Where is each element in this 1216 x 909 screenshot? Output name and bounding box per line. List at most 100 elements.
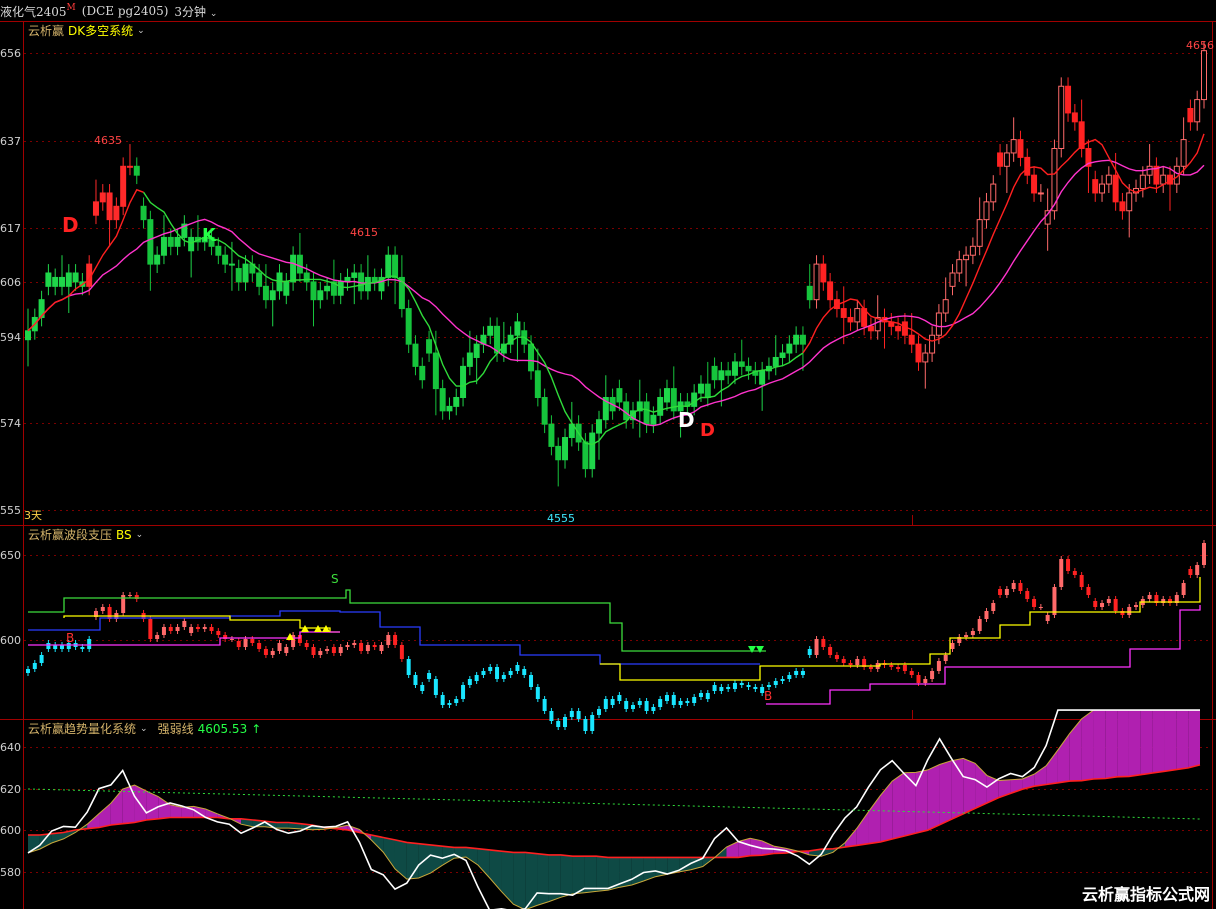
- trend-fill-band: [1057, 733, 1070, 783]
- trend-fill-band: [1188, 710, 1200, 768]
- chevron-down-icon: ⌄: [209, 8, 218, 19]
- chevron-down-icon: ⌄: [135, 529, 144, 540]
- bs-candle-body: [732, 683, 737, 689]
- candle-body: [1010, 139, 1017, 154]
- bs-candle-body: [644, 701, 649, 711]
- candle-body: [704, 383, 711, 398]
- trend-fill-band: [466, 847, 478, 865]
- bs-candle-body: [1134, 605, 1139, 607]
- candle-body: [582, 441, 589, 470]
- bs-sell-triangle-icon: [756, 646, 764, 653]
- bs-candle-body: [529, 675, 534, 687]
- y-tick-label: 600: [0, 824, 21, 837]
- bs-candle-body: [229, 639, 234, 640]
- bs-candle-body: [304, 643, 309, 647]
- candle-body: [120, 165, 127, 207]
- candle-body: [154, 254, 161, 265]
- candle-body: [1180, 139, 1187, 167]
- bs-candle-body: [195, 627, 200, 629]
- candle-body: [453, 397, 460, 407]
- trend-fill-band: [1176, 710, 1189, 770]
- candle-body: [392, 254, 399, 278]
- bs-candle-body: [794, 671, 799, 675]
- chart-canvas[interactable]: 656 637 617 606 594 574 555 3天 650 600 640 620 600 58…: [0, 0, 1216, 909]
- candle-body: [296, 254, 303, 274]
- ma-slow-line: [27, 159, 1205, 427]
- trend-fill-band: [880, 781, 893, 842]
- bs-candle-body: [1052, 587, 1057, 615]
- trend-fill-band: [856, 811, 869, 846]
- candle-body: [514, 321, 521, 336]
- bs-candle-body: [1147, 595, 1152, 599]
- candle-body: [228, 263, 235, 266]
- candle-body: [351, 272, 358, 278]
- bs-candle-body: [331, 647, 336, 653]
- bs-candle-body: [501, 675, 506, 679]
- bs-candle-body: [998, 589, 1003, 595]
- y-tick-label: 606: [0, 276, 21, 289]
- bs-candle-body: [393, 635, 398, 645]
- candle-body: [174, 236, 181, 247]
- panel1-title-prefix: 云析赢: [28, 24, 65, 38]
- candle-body: [106, 192, 113, 221]
- bs-candle-body: [1072, 571, 1077, 575]
- candle-body: [283, 281, 290, 296]
- bs-candle-body: [495, 667, 500, 679]
- bs-candle-body: [413, 675, 418, 685]
- bs-candle-body: [563, 717, 568, 727]
- bs-candle-body: [379, 645, 384, 651]
- candle-body: [956, 259, 963, 274]
- bs-candle-body: [372, 645, 377, 647]
- y-tick-label: 656: [0, 47, 21, 60]
- bs-candle-body: [1059, 559, 1064, 587]
- panel2-title-prefix: 云析赢波段支压: [28, 528, 113, 542]
- bs-candle-body: [433, 679, 438, 695]
- candle-body: [1065, 85, 1072, 114]
- candle-body: [663, 388, 670, 403]
- ma-fast-line-red: [27, 188, 144, 332]
- bs-candle-body: [692, 697, 697, 703]
- bs-candle-body: [821, 639, 826, 647]
- trend-fill-band: [1140, 710, 1153, 775]
- candle-body: [412, 343, 419, 367]
- candle-body: [657, 397, 664, 416]
- bs-candle-body: [127, 595, 132, 596]
- instrument-name[interactable]: 液化气2405: [0, 3, 67, 20]
- strength-arrow: ↑: [251, 721, 262, 736]
- candle-body: [786, 343, 793, 354]
- bs-sell-triangle-icon: [748, 646, 756, 653]
- bs-candle-body: [161, 627, 166, 635]
- candle-body: [915, 343, 922, 363]
- bs-candle-body: [542, 699, 547, 711]
- panel3-title[interactable]: 云析赢趋势量化系统 ⌄ 强弱线 4605.53 ↑: [28, 720, 261, 737]
- candle-body: [310, 281, 317, 301]
- trend-fill-band: [1046, 749, 1058, 785]
- bs-candle-body: [515, 665, 520, 671]
- candle-body: [290, 254, 297, 283]
- bs-candle-body: [780, 679, 785, 681]
- candle-body: [650, 414, 657, 425]
- candle-body: [188, 236, 195, 252]
- bs-candle-body: [753, 687, 758, 689]
- candle-body: [1105, 174, 1112, 185]
- trend-fill-band: [892, 772, 905, 840]
- candle-body: [147, 219, 154, 265]
- bs-candle-body: [270, 651, 275, 655]
- period-selector[interactable]: 3分钟 ⌄: [174, 3, 217, 20]
- bs-candle-body: [447, 703, 452, 705]
- bs-candle-body: [1093, 601, 1098, 607]
- bs-candle-body: [1202, 543, 1206, 565]
- candle-body: [854, 308, 861, 323]
- panel1-title[interactable]: 云析赢 DK多空系统 ⌄: [28, 22, 145, 39]
- bs-candle-body: [461, 685, 466, 699]
- bs-candle-body: [556, 721, 561, 727]
- bs-candle-body: [1025, 591, 1030, 599]
- candle-body: [160, 236, 167, 256]
- bs-candle-body: [189, 627, 194, 633]
- candle-body: [52, 276, 59, 287]
- panel2-title[interactable]: 云析赢波段支压 BS ⌄: [28, 526, 143, 543]
- bs-candle-body: [202, 627, 207, 629]
- strength-value: 4605.53: [197, 721, 248, 736]
- low-label: 4555: [547, 512, 575, 525]
- bs-candle-body: [508, 671, 513, 675]
